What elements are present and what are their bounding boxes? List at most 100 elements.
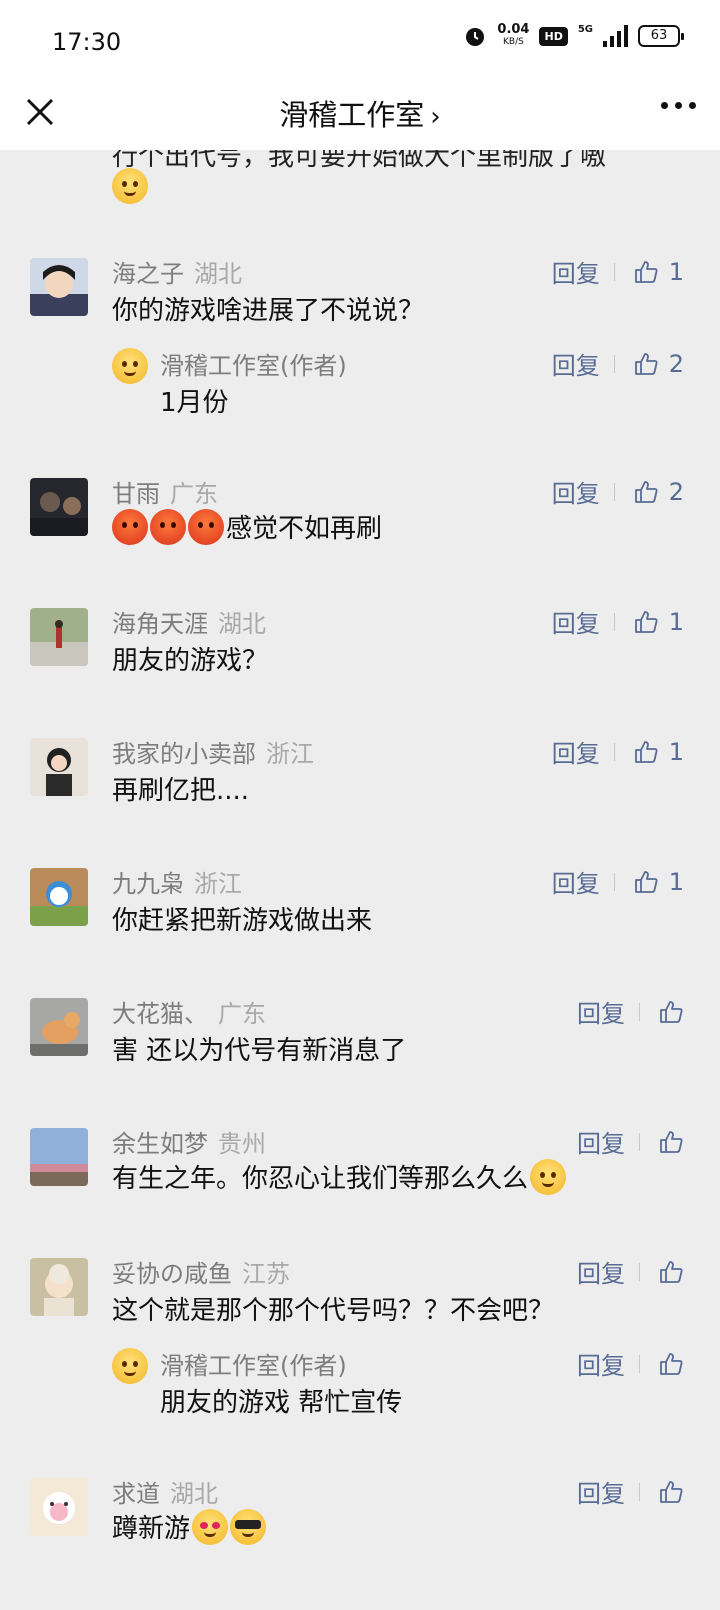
divider	[613, 482, 615, 501]
thumb-up-icon[interactable]	[633, 869, 659, 895]
author-avatar[interactable]	[112, 1348, 148, 1384]
like-count: 1	[668, 867, 684, 896]
comment-actions: 回复 1	[552, 864, 684, 899]
thumb-up-icon[interactable]	[633, 609, 659, 635]
thumb-up-icon[interactable]	[658, 1129, 684, 1155]
comment-text: 蹲新游	[112, 1514, 191, 1544]
avatar[interactable]	[30, 738, 88, 796]
reply-button[interactable]: 回复	[552, 254, 600, 289]
angry-emoji-icon	[112, 508, 148, 545]
comment-region: 浙江	[266, 740, 314, 768]
thumb-up-icon[interactable]	[633, 259, 659, 285]
comment-text: 你赶紧把新游戏做出来	[112, 906, 373, 936]
comment-region: 浙江	[194, 870, 242, 898]
avatar[interactable]	[30, 258, 88, 316]
avatar[interactable]	[30, 608, 88, 666]
alarm-icon	[466, 28, 485, 46]
comment-author[interactable]: 海之子	[112, 260, 184, 288]
comment-text: 你的游戏啥进展了不说说？	[112, 296, 425, 326]
comment-actions: 回复 2	[552, 474, 684, 509]
comment-region: 广东	[218, 1000, 266, 1028]
comment-region: 广东	[170, 480, 218, 508]
author-avatar[interactable]	[112, 348, 148, 384]
signal-icon	[603, 25, 628, 47]
comment-author[interactable]: 余生如梦	[112, 1130, 208, 1158]
thumb-up-icon[interactable]	[658, 999, 684, 1025]
net-speed-unit: KB/S	[503, 37, 524, 47]
comment-text-row: 蹲新游	[112, 1508, 267, 1545]
comment-region: 江苏	[242, 1260, 290, 1288]
comment-region: 湖北	[170, 1480, 218, 1508]
comment-author-line: 九九枭 浙江	[112, 864, 242, 899]
reply-button[interactable]: 回复	[552, 474, 600, 509]
reply-button[interactable]: 回复	[577, 1254, 625, 1289]
thumb-up-icon[interactable]	[633, 351, 659, 377]
reply-author-line: 滑稽工作室(作者)	[160, 1346, 347, 1381]
comment-text: 感觉不如再刷	[226, 514, 383, 544]
comment-author[interactable]: 海角天涯	[112, 610, 208, 638]
avatar[interactable]	[30, 868, 88, 926]
comment-region: 湖北	[218, 610, 266, 638]
comment-author-line: 余生如梦 贵州	[112, 1124, 266, 1159]
reply-button[interactable]: 回复	[552, 864, 600, 899]
comment-actions: 回复	[577, 1254, 684, 1289]
comment-author-line: 甘雨 广东	[112, 474, 218, 509]
network-type: 5G	[577, 24, 593, 35]
comment-author[interactable]: 求道	[112, 1480, 160, 1508]
comment-actions: 回复 1	[552, 734, 684, 769]
reply-author[interactable]: 滑稽工作室(作者)	[160, 1352, 347, 1380]
divider	[639, 1482, 640, 1501]
comment-author[interactable]: 九九枭	[112, 870, 184, 898]
reply-button[interactable]: 回复	[577, 1124, 625, 1159]
comment-text: 有生之年。你忍心让我们等那么久么	[112, 1164, 529, 1194]
avatar[interactable]	[30, 1478, 88, 1536]
comment-author-line: 海角天涯 湖北	[112, 604, 266, 639]
reply-button[interactable]: 回复	[577, 1474, 625, 1509]
reply-actions: 回复 2	[552, 346, 684, 381]
thumb-up-icon[interactable]	[633, 479, 659, 505]
like-count: 1	[668, 737, 684, 766]
comment-actions: 回复	[577, 1474, 684, 1509]
truncated-comment-text: 行个出代号，我可要开始做大个里制版了嗷	[112, 150, 607, 172]
comment-text-row: 有生之年。你忍心让我们等那么久么	[112, 1158, 567, 1195]
reply-button[interactable]: 回复	[552, 604, 600, 639]
reply-button[interactable]: 回复	[577, 1346, 625, 1381]
comment-text: 害 还以为代号有新消息了	[112, 1036, 407, 1066]
thumb-up-icon[interactable]	[658, 1259, 684, 1285]
thumb-up-icon[interactable]	[658, 1479, 684, 1505]
thumb-up-icon[interactable]	[658, 1351, 684, 1377]
avatar[interactable]	[30, 1128, 88, 1186]
hd-badge: HD	[539, 26, 568, 46]
status-time: 17:30	[52, 28, 122, 56]
nav-bar: 滑稽工作室 ›	[0, 78, 720, 150]
divider	[613, 872, 615, 891]
reply-button[interactable]: 回复	[552, 734, 600, 769]
like-count: 1	[668, 257, 684, 286]
comment-author[interactable]: 甘雨	[112, 480, 160, 508]
comment-list[interactable]: 行个出代号，我可要开始做大个里制版了嗷 海之子 湖北 回复 1 你的游戏啥进展了不…	[0, 150, 720, 1610]
comment-author-line: 我家的小卖部 浙江	[112, 734, 314, 769]
divider	[613, 612, 615, 631]
divider	[639, 1132, 640, 1151]
reply-text: 1月份	[160, 388, 229, 418]
avatar[interactable]	[30, 998, 88, 1056]
reply-button[interactable]: 回复	[577, 994, 625, 1029]
avatar[interactable]	[30, 478, 88, 536]
divider	[613, 742, 615, 761]
avatar[interactable]	[30, 1258, 88, 1316]
thumb-up-icon[interactable]	[633, 739, 659, 765]
divider	[639, 1262, 640, 1281]
reply-author-line: 滑稽工作室(作者)	[160, 346, 347, 381]
heart-eyes-emoji-icon	[192, 1508, 229, 1545]
nav-title[interactable]: 滑稽工作室 ›	[0, 92, 720, 134]
more-icon[interactable]	[661, 102, 696, 109]
reply-author[interactable]: 滑稽工作室(作者)	[160, 352, 347, 380]
reply-button[interactable]: 回复	[552, 346, 600, 381]
comment-author[interactable]: 妥协の咸鱼	[112, 1260, 232, 1288]
comment-author[interactable]: 我家的小卖部	[112, 740, 256, 768]
comment-author-line: 海之子 湖北	[112, 254, 242, 289]
chevron-right-icon: ›	[430, 102, 441, 132]
comment-author[interactable]: 大花猫、	[112, 1000, 208, 1028]
status-bar: 17:30 0.04 KB/S HD 5G 63	[0, 0, 720, 78]
comment-author-line: 求道 湖北	[112, 1474, 218, 1509]
